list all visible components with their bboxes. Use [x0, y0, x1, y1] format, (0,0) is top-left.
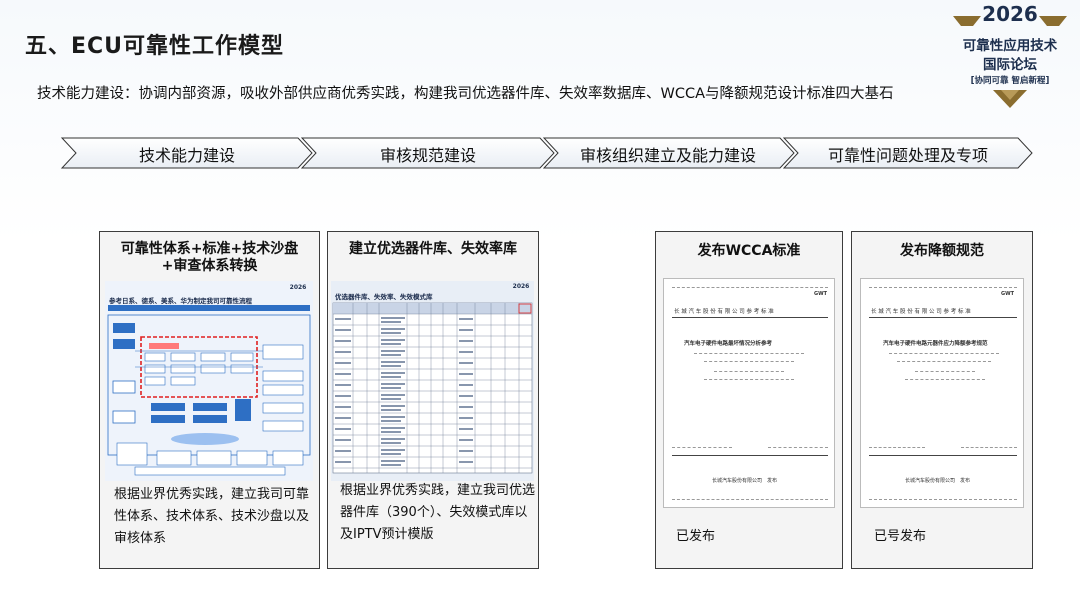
card3-status: 已发布 [676, 529, 716, 544]
logo-line1: 可靠性应用技术 [962, 38, 1058, 54]
wcca-doc-footer: 长城汽车股份有限公司 发布 [712, 478, 778, 484]
wcca-document-image: GWT 长 城 汽 车 股 份 有 限 公 司 参 考 标 准 汽车电子硬件电路… [663, 278, 835, 508]
card2-title: 建立优选器件库、失效率库 [349, 241, 517, 257]
slide: 五、ECU可靠性工作模型 技术能力建设：协调内部资源，吸收外部供应商优秀实践，构… [0, 0, 1080, 608]
component-library-table-image: 优选器件库、失效率、失效模式库 2026 [331, 281, 534, 481]
card2-description: 根据业界优秀实践，建立我司优选 器件库（390个）、失效模式库以 及IPTV预计… [340, 483, 536, 542]
card-reliability-system: 可靠性体系+标准+技术沙盘 +审查体系转换 2026 参考日系、德系、美系、华为… [99, 231, 320, 569]
card4-status: 已号发布 [874, 529, 927, 544]
card1-title-line2: +审查体系转换 [161, 258, 258, 274]
card1-description: 根据业界优秀实践，建立我司可靠 性体系、技术体系、技术沙盘以及 审核体系 [114, 487, 310, 546]
page-subtitle: 技术能力建设：协调内部资源，吸收外部供应商优秀实践，构建我司优选器件库、失效率数… [37, 86, 894, 102]
wcca-doc-header: 长 城 汽 车 股 份 有 限 公 司 参 考 标 准 [674, 309, 774, 315]
card4-title: 发布降额规范 [900, 243, 984, 259]
logo-line2: 国际论坛 [983, 57, 1037, 73]
forum-logo: 2026 可靠性应用技术 国际论坛 [协同可靠 智启新程] [945, 0, 1075, 110]
diagram-graphic [107, 305, 311, 476]
component-table-grid [332, 302, 533, 474]
derating-doc-footer: 长城汽车股份有限公司 发布 [905, 478, 971, 484]
derating-document-image: GWT 长 城 汽 车 股 份 有 限 公 司 参 考 标 准 汽车电子硬件电路… [860, 278, 1024, 508]
process-chevron-bar: 技术能力建设 审核规范建设 审核组织建立及能力建设 可靠性问题处理及专项 [0, 136, 1080, 170]
process-step-3: 审核组织建立及能力建设 [579, 146, 756, 165]
logo-tagline: [协同可靠 智启新程] [970, 76, 1050, 86]
derating-doc-title: 汽车电子硬件电路元器件应力降额参考规范 [883, 341, 988, 347]
card3-title: 发布WCCA标准 [697, 243, 801, 259]
card-derating-spec: 发布降额规范 GWT 长 城 汽 车 股 份 有 限 公 司 参 考 标 准 汽… [851, 231, 1033, 569]
process-step-2: 审核规范建设 [379, 146, 476, 165]
card-wcca-standard: 发布WCCA标准 GWT 长 城 汽 车 股 份 有 限 公 司 参 考 标 准… [655, 231, 843, 569]
process-step-1: 技术能力建设 [138, 146, 235, 165]
card-component-library: 建立优选器件库、失效率库 优选器件库、失效率、失效模式库 2026 根据业界优秀… [327, 231, 539, 569]
wcca-doc-title: 汽车电子硬件电路最坏情况分析参考 [684, 341, 773, 347]
derating-doc-header: 长 城 汽 车 股 份 有 限 公 司 参 考 标 准 [871, 309, 971, 315]
logo-year: 2026 [982, 2, 1038, 26]
card1-title-line1: 可靠性体系+标准+技术沙盘 [120, 241, 299, 257]
page-title: 五、ECU可靠性工作模型 [25, 34, 285, 59]
process-step-4: 可靠性问题处理及专项 [827, 146, 988, 165]
reliability-process-diagram: 2026 参考日系、德系、美系、华为制定我司可靠性流程 [105, 281, 313, 481]
